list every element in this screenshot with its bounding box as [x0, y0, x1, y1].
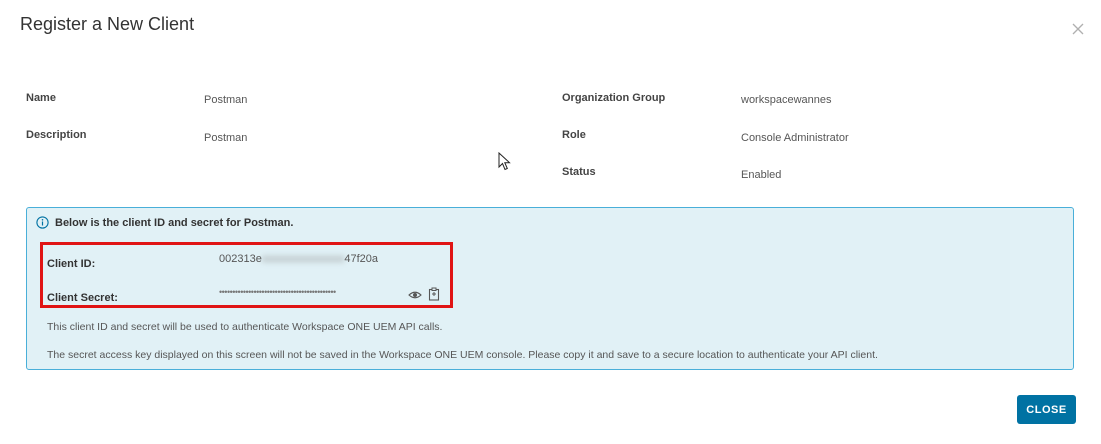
name-label: Name [26, 92, 56, 104]
close-icon[interactable] [1071, 22, 1085, 36]
name-value: Postman [204, 94, 248, 106]
clipboard-icon[interactable] [427, 287, 441, 301]
org-group-label: Organization Group [562, 92, 666, 104]
info-circle-icon [36, 216, 49, 229]
description-label: Description [26, 129, 87, 141]
mouse-pointer-icon [498, 151, 512, 177]
client-id-redacted: xxxxxxxxxxxxxxx [261, 253, 345, 265]
role-value: Console Administrator [741, 132, 849, 144]
client-id-label: Client ID: [47, 258, 96, 270]
credentials-heading-text: Below is the client ID and secret for Po… [55, 216, 294, 229]
client-secret-label: Client Secret: [47, 292, 118, 304]
status-label: Status [562, 166, 596, 178]
client-info-grid: Name Postman Description Postman Organiz… [26, 90, 1076, 190]
eye-icon[interactable] [408, 288, 422, 302]
auth-note: This client ID and secret will be used t… [47, 321, 443, 333]
org-group-value: workspacewannes [741, 94, 832, 106]
dialog-title: Register a New Client [20, 14, 195, 34]
credentials-panel: Below is the client ID and secret for Po… [26, 207, 1074, 370]
client-secret-value[interactable]: ••••••••••••••••••••••••••••••••••••••••… [219, 287, 336, 297]
credentials-heading: Below is the client ID and secret for Po… [36, 216, 293, 229]
client-id-visible-end: 47f20a [344, 253, 378, 265]
client-id-value[interactable]: 002313exxxxxxxxxxxxxxx47f20a [219, 253, 378, 265]
secret-warning-note: The secret access key displayed on this … [47, 349, 878, 361]
client-id-visible-start: 002313e [219, 253, 262, 265]
description-value: Postman [204, 132, 248, 144]
register-client-dialog: Register a New Client Name Postman Descr… [0, 0, 1101, 444]
role-label: Role [562, 129, 586, 141]
status-value: Enabled [741, 169, 782, 181]
close-button[interactable]: CLOSE [1017, 395, 1076, 424]
